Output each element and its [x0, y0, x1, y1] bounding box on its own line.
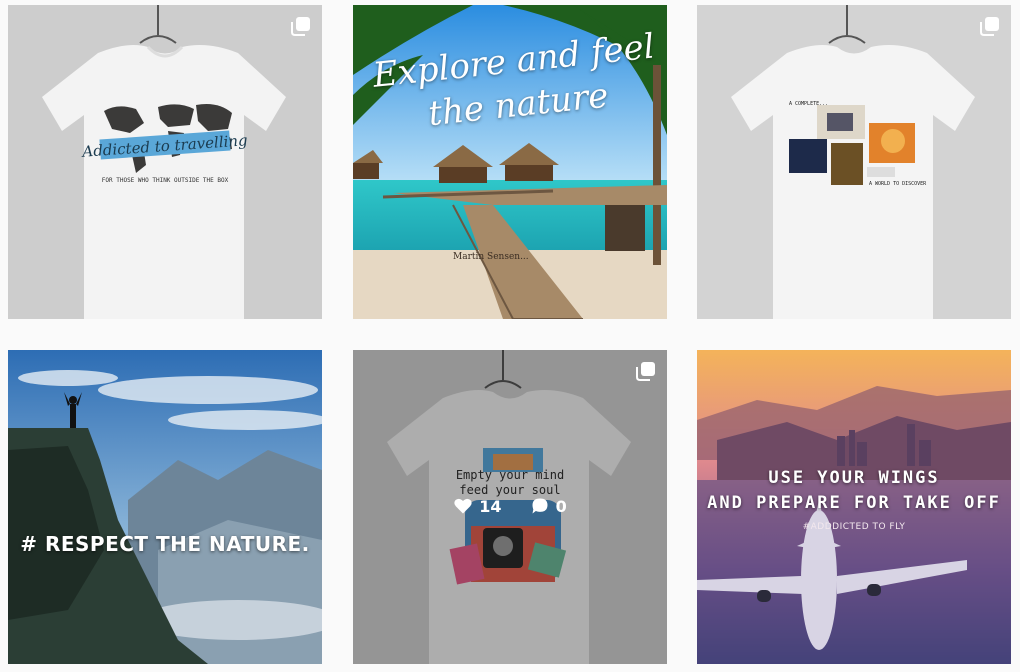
- post-tile-6[interactable]: USE YOUR WINGS AND PREPARE FOR TAKE OFF …: [697, 350, 1011, 664]
- tshirt-subtitle-text: FOR THOSE WHO THINK OUTSIDE THE BOX: [101, 177, 229, 184]
- post-stats-overlay: 14 0: [353, 496, 667, 516]
- likes-count: 14: [453, 496, 502, 516]
- tee-caption-bottom: A WORLD TO DISCOVER: [869, 181, 927, 187]
- carousel-icon: [980, 17, 999, 36]
- post-overlay-text: # RESPECT THE NATURE.: [20, 532, 310, 556]
- heart-icon: [454, 498, 472, 514]
- post-tile-2[interactable]: Explore and feel the nature Martin Sense…: [353, 5, 667, 319]
- comment-icon: [532, 498, 548, 514]
- post-tile-4[interactable]: # RESPECT THE NATURE.: [8, 350, 322, 664]
- tee-line-1: Empty your mind: [455, 468, 565, 482]
- hashtag-text: #ADDDICTED TO FLY: [802, 522, 906, 532]
- post-tile-1[interactable]: Addicted to travelling FOR THOSE WHO THI…: [8, 5, 322, 319]
- likes-value: 14: [479, 496, 502, 516]
- tshirt-photo-collage-image: [697, 5, 1011, 319]
- comments-value: 0: [555, 496, 567, 516]
- photo-credit-text: Martin Sensen...: [453, 252, 529, 262]
- carousel-icon: [636, 362, 655, 381]
- overlay-line-1: USE YOUR WINGS: [768, 468, 940, 488]
- overlay-line-2: AND PREPARE FOR TAKE OFF: [707, 493, 1001, 513]
- tee-caption-top: A COMPLETE...: [789, 101, 829, 107]
- post-tile-3[interactable]: A COMPLETE... A WORLD TO DISCOVER: [697, 5, 1011, 319]
- comments-count: 0: [530, 496, 567, 516]
- mountain-cliff-image: [8, 350, 322, 664]
- carousel-icon: [291, 17, 310, 36]
- post-tile-5[interactable]: Empty your mind feed your soul 14 0: [353, 350, 667, 664]
